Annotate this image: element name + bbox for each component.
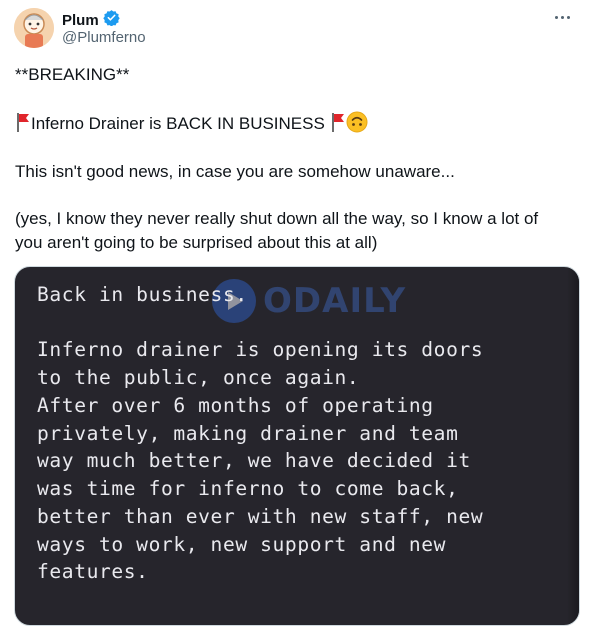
headline-text: Inferno Drainer is BACK IN BUSINESS [31,114,330,133]
media-line: was time for inferno to come back, [37,477,459,500]
more-options-icon[interactable] [555,12,575,22]
tweet-line-breaking: **BREAKING** [15,65,130,84]
author-handle[interactable]: @Plumferno [62,29,146,46]
media-edge [567,267,579,625]
media-line: way much better, we have decided it [37,449,471,472]
media-line: features. [37,560,149,583]
tweet-line-news: This isn't good news, in case you are so… [15,162,455,181]
tweet-line-headline: Inferno Drainer is BACK IN BUSINESS [15,111,368,139]
watermark-text: ODAILY [263,281,407,321]
author-name[interactable]: Plum [62,12,99,29]
media-line: Back in business. [37,283,248,306]
media-image[interactable]: ODAILY Back in business. Inferno drainer… [14,266,580,626]
media-line: ways to work, new support and new [37,533,447,556]
tweet-line-aside-2: you aren't going to be surprised about t… [15,233,378,252]
media-line: to the public, once again. [37,366,360,389]
tweet-line-aside-1: (yes, I know they never really shut down… [15,209,539,228]
red-flag-icon [330,112,346,138]
verified-badge-icon [102,9,120,31]
red-flag-icon [15,112,31,138]
media-line: better than ever with new staff, new [37,505,484,528]
media-line: Inferno drainer is opening its doors [37,338,484,361]
avatar[interactable] [14,8,54,48]
upside-down-face-icon [346,111,368,139]
media-line: privately, making drainer and team [37,422,459,445]
media-line: After over 6 months of operating [37,394,434,417]
